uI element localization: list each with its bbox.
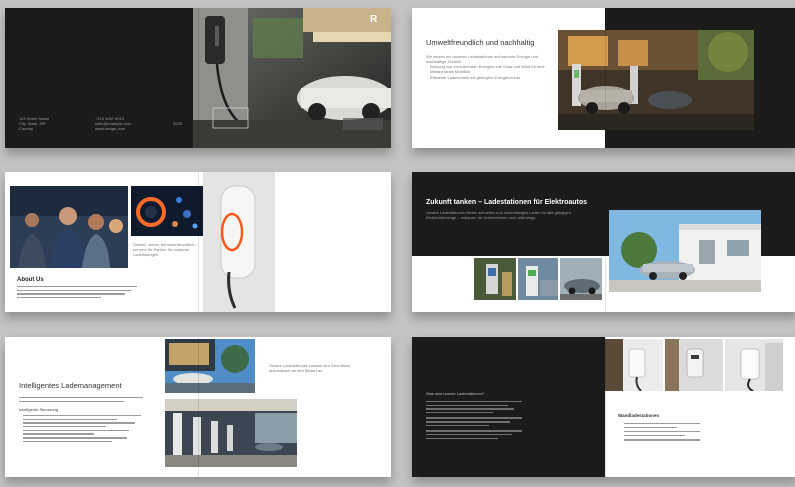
umwelt-intro: Wir setzen bei unseren Ladestationen auf… (426, 54, 539, 64)
about-photo-team (10, 186, 128, 268)
ladestationen-body (426, 401, 522, 441)
lademanagement-photo-parking (165, 399, 297, 467)
lademanagement-caption: Unsere Ladestationen passen den Stromflu… (269, 363, 350, 373)
zukunft-intro: Unsere Ladestationen bieten schnelles un… (426, 210, 571, 220)
umwelt-bullet-1: Nutzung von erneuerbaren Energien wie So… (430, 64, 545, 74)
lademanagement-spread: Intelligentes Lademanagement Intelligent… (5, 337, 391, 477)
zukunft-photo-cars (560, 258, 602, 300)
contact-details: +123 4567 8910 hello@example.com www.des… (95, 116, 132, 131)
zukunft-spread: Zukunft tanken – Ladestationen für Elekt… (412, 172, 795, 312)
zukunft-photo-modern-house (609, 210, 761, 292)
umwelt-photo-charging-street (558, 30, 754, 130)
contact-address: 123 Street Name City, State, ZIP Country (19, 116, 50, 131)
cover-spread: 123 Street Name City, State, ZIP Country… (5, 8, 391, 148)
ladestationen-photo-3 (725, 339, 783, 391)
about-heading: About Us (17, 277, 44, 283)
lademanagement-heading: Intelligentes Lademanagement (19, 381, 122, 390)
ladestationen-photo-2 (665, 339, 723, 391)
umwelt-bullet-2: Effiziente Ladetechnik mit geringem Ener… (430, 75, 520, 80)
ladestationen-right-body (624, 423, 700, 443)
ladestationen-spread: Was sind unsere Ladestationen? Wandlades… (412, 337, 795, 477)
lademanagement-subheading: Intelligente Steuerung (19, 407, 58, 412)
zukunft-photo-station-2 (518, 258, 558, 300)
umwelt-spread: Umweltfreundlich und nachhaltig Wir setz… (412, 8, 795, 148)
about-photo-wallbox (203, 172, 275, 312)
umwelt-heading: Umweltfreundlich und nachhaltig (426, 38, 535, 47)
about-quote: Schnell, sicher, benutzerfreundlich – wi… (133, 242, 198, 257)
brand-logo: R (370, 14, 378, 25)
about-body-text (17, 286, 137, 301)
ladestationen-photo-1 (605, 339, 663, 391)
ladestationen-right-heading: Wandladestationen (618, 413, 660, 418)
zukunft-photo-station-1 (474, 258, 516, 300)
cover-year: 2025 (173, 121, 182, 126)
zukunft-heading: Zukunft tanken – Ladestationen für Elekt… (426, 199, 588, 206)
lademanagement-body (23, 415, 141, 445)
cover-photo-garage-charging (193, 8, 391, 148)
about-photo-connector (131, 186, 203, 236)
lademanagement-photo-villa (165, 339, 255, 393)
about-spread: Schnell, sicher, benutzerfreundlich – wi… (5, 172, 391, 312)
lademanagement-intro (19, 397, 143, 404)
ladestationen-question: Was sind unsere Ladestationen? (426, 391, 485, 396)
